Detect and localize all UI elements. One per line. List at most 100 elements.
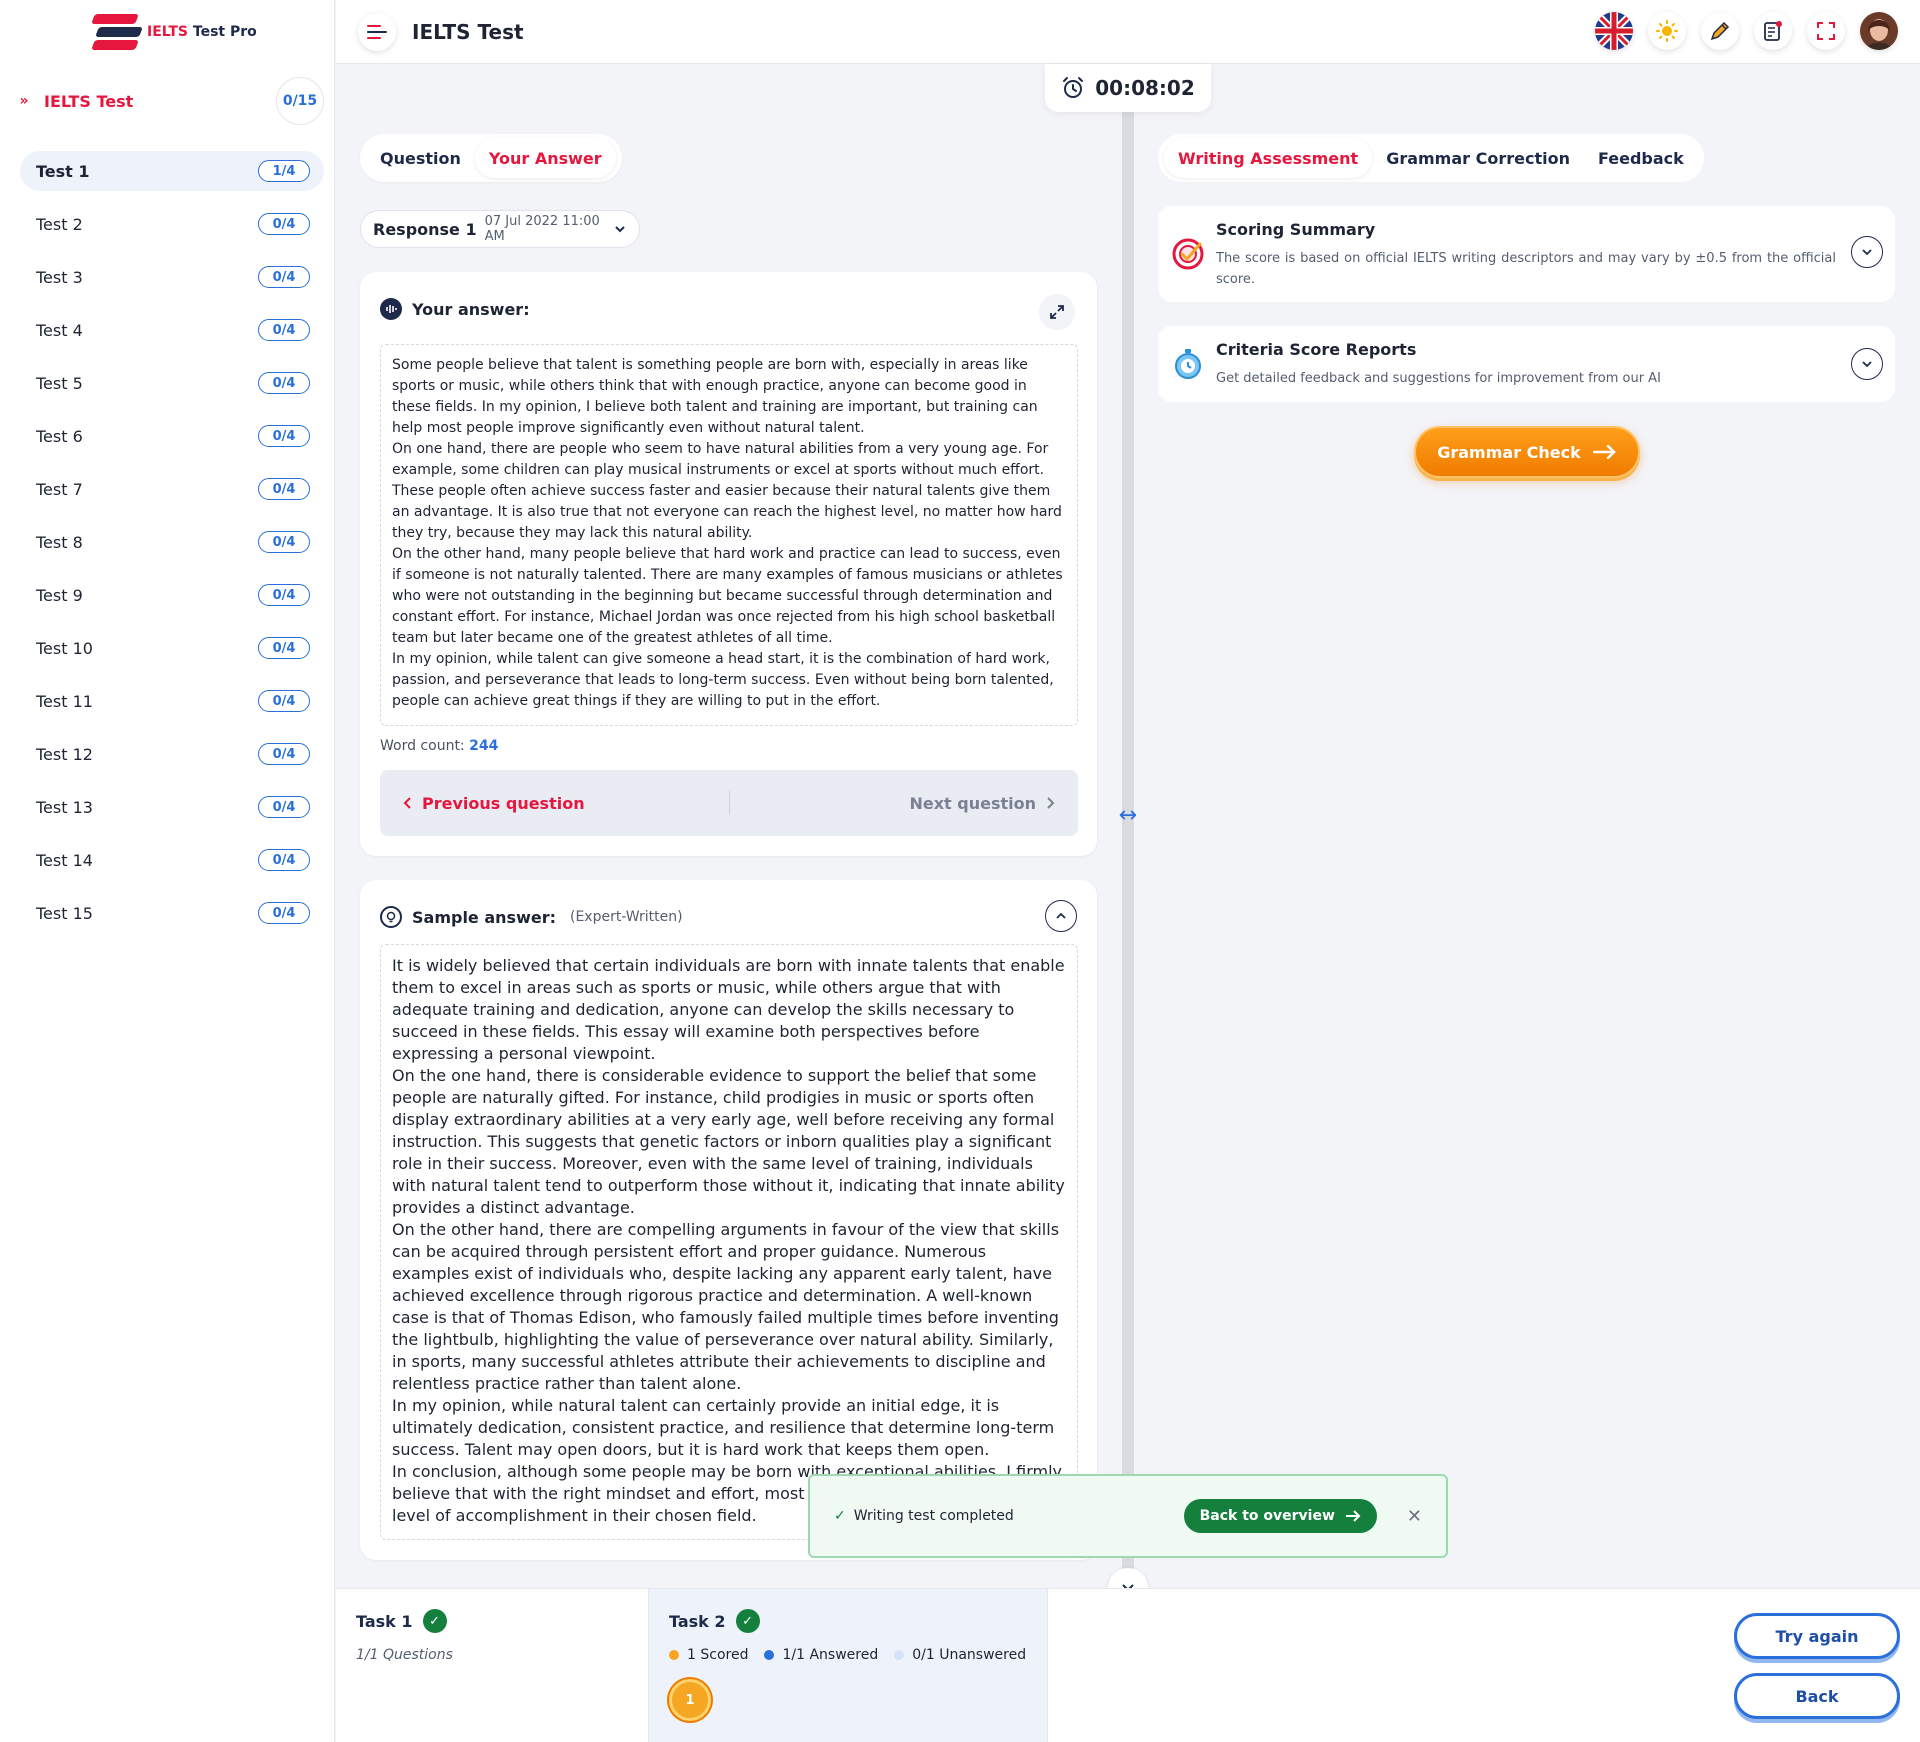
pencil-icon[interactable] xyxy=(1701,12,1739,50)
sidebar-item-label: Test 14 xyxy=(36,850,93,870)
chevron-down-icon xyxy=(1862,361,1872,368)
sidebar-item-test-13[interactable]: Test 13 0/4 xyxy=(20,787,324,827)
close-icon[interactable]: ✕ xyxy=(1407,1506,1422,1527)
tab-right-1[interactable]: Grammar Correction xyxy=(1372,138,1584,178)
chevron-down-icon xyxy=(1862,249,1872,256)
sidebar-item-test-4[interactable]: Test 4 0/4 xyxy=(20,310,324,350)
sidebar-item-test-5[interactable]: Test 5 0/4 xyxy=(20,363,324,403)
sample-answer-subtitle: (Expert-Written) xyxy=(569,909,683,925)
footer-actions: Try again Back xyxy=(1734,1613,1900,1719)
sidebar-item-label: Test 5 xyxy=(36,373,83,393)
double-chevron-down-icon: » xyxy=(19,93,29,109)
sample-answer-card: Sample answer: (Expert-Written) It is wi… xyxy=(360,880,1097,1560)
legend-dot-icon xyxy=(669,1650,679,1660)
avatar[interactable] xyxy=(1860,12,1898,50)
question-navigation: Previous question Next question xyxy=(380,770,1078,836)
chevron-up-icon xyxy=(1056,912,1066,919)
test-progress-badge: 0/4 xyxy=(258,266,310,288)
response-select[interactable]: Response 1 07 Jul 2022 11:00 AM xyxy=(360,210,640,248)
sidebar-item-test-9[interactable]: Test 9 0/4 xyxy=(20,575,324,615)
test-progress-badge: 0/4 xyxy=(258,637,310,659)
sample-answer-title: Sample answer: xyxy=(412,907,556,927)
audio-wave-icon xyxy=(380,298,402,320)
resize-handle-icon[interactable]: ↔ xyxy=(1112,803,1144,828)
toast-message: ✓ Writing test completed xyxy=(834,1508,1014,1524)
next-question-button[interactable]: Next question xyxy=(730,794,1079,813)
paragraph: In my opinion, while talent can give som… xyxy=(392,651,1054,709)
sidebar-item-test-7[interactable]: Test 7 0/4 xyxy=(20,469,324,509)
grammar-check-button[interactable]: Grammar Check xyxy=(1414,426,1640,478)
sidebar-item-test-2[interactable]: Test 2 0/4 xyxy=(20,204,324,244)
test-list: Test 1 1/4 Test 2 0/4 Test 3 0/4 Test 4 0/4 Test… xyxy=(20,151,324,946)
check-circle-icon: ✓ xyxy=(422,1609,447,1633)
tab-right-2[interactable]: Feedback xyxy=(1584,138,1698,178)
hamburger-icon xyxy=(367,25,387,39)
panel-divider[interactable] xyxy=(1122,108,1134,1588)
menu-toggle-button[interactable] xyxy=(358,13,396,51)
sidebar-section-header[interactable]: » IELTS Test 0/15 xyxy=(12,77,324,125)
test-progress-badge: 1/4 xyxy=(258,160,310,182)
paragraph: On one hand, there are people who seem t… xyxy=(392,441,1062,541)
response-name: Response 1 xyxy=(373,219,477,239)
sidebar-item-test-6[interactable]: Test 6 0/4 xyxy=(20,416,324,456)
collapse-button[interactable] xyxy=(1045,900,1077,932)
task-footer: Task 1 ✓ 1/1 Questions Task 2 ✓ 1 Scored… xyxy=(336,1588,1920,1742)
sidebar-item-label: Test 6 xyxy=(36,426,83,446)
paragraph: On the other hand, many people believe t… xyxy=(392,546,1063,646)
uk-flag-icon[interactable] xyxy=(1595,12,1633,50)
sidebar-item-label: Test 4 xyxy=(36,320,83,340)
logo-text: IELTS Test Pro xyxy=(147,24,257,40)
sidebar-item-test-1[interactable]: Test 1 1/4 xyxy=(20,151,324,191)
task-1-panel[interactable]: Task 1 ✓ 1/1 Questions xyxy=(336,1589,648,1742)
test-progress-badge: 0/4 xyxy=(258,902,310,924)
sidebar-item-test-10[interactable]: Test 10 0/4 xyxy=(20,628,324,668)
test-progress-badge: 0/4 xyxy=(258,690,310,712)
fullscreen-icon[interactable] xyxy=(1807,12,1845,50)
app-logo[interactable]: IELTS Test Pro xyxy=(91,12,257,52)
test-progress-badge: 0/4 xyxy=(258,213,310,235)
your-answer-text[interactable]: Some people believe that talent is somet… xyxy=(380,344,1078,726)
expand-button[interactable] xyxy=(1039,294,1075,330)
try-again-button[interactable]: Try again xyxy=(1734,1613,1900,1659)
tab-left-1[interactable]: Your Answer xyxy=(474,138,616,178)
header-actions xyxy=(1595,12,1898,50)
task-2-title: Task 2 ✓ xyxy=(669,1609,760,1633)
top-header: IELTS Test xyxy=(336,0,1920,64)
score-target-icon xyxy=(1172,238,1204,270)
test-progress-badge: 0/4 xyxy=(258,849,310,871)
task-2-panel[interactable]: Task 2 ✓ 1 Scored 1/1 Answered 0/1 Unanswe… xyxy=(648,1589,1048,1742)
page-title: IELTS Test xyxy=(412,20,524,44)
sidebar-item-test-15[interactable]: Test 15 0/4 xyxy=(20,893,324,933)
response-date: 07 Jul 2022 11:00 AM xyxy=(484,214,600,244)
expand-icon xyxy=(1050,305,1064,319)
tab-right-0[interactable]: Writing Assessment xyxy=(1164,138,1373,178)
sidebar-item-test-14[interactable]: Test 14 0/4 xyxy=(20,840,324,880)
scoring-summary-toggle[interactable] xyxy=(1851,236,1883,268)
sidebar: IELTS Test Pro » IELTS Test 0/15 Test 11… xyxy=(0,0,335,1742)
criteria-reports-toggle[interactable] xyxy=(1851,348,1883,380)
sidebar-item-test-12[interactable]: Test 12 0/4 xyxy=(20,734,324,774)
legend-item: 0/1 Unanswered xyxy=(894,1647,1026,1663)
legend-item: 1/1 Answered xyxy=(764,1647,878,1663)
scoring-summary-card[interactable]: Scoring Summary The score is based on of… xyxy=(1158,206,1895,302)
sample-answer-header: Sample answer: (Expert-Written) xyxy=(380,906,683,928)
tab-left-0[interactable]: Question xyxy=(366,138,475,178)
sun-icon[interactable] xyxy=(1648,12,1686,50)
completion-toast: ✓ Writing test completed Back to overvie… xyxy=(808,1474,1448,1558)
notes-icon[interactable] xyxy=(1754,12,1792,50)
test-progress-badge: 0/4 xyxy=(258,796,310,818)
question-bubble[interactable]: 1 xyxy=(669,1679,711,1721)
criteria-reports-desc: Get detailed feedback and suggestions fo… xyxy=(1216,371,1661,386)
back-to-overview-button[interactable]: Back to overview xyxy=(1183,1499,1377,1533)
sidebar-item-test-3[interactable]: Test 3 0/4 xyxy=(20,257,324,297)
sidebar-item-test-11[interactable]: Test 11 0/4 xyxy=(20,681,324,721)
criteria-reports-title: Criteria Score Reports xyxy=(1216,340,1417,359)
sidebar-section-title: IELTS Test xyxy=(44,91,134,111)
question-answer-tabs: Question Your Answer xyxy=(360,134,622,182)
previous-question-button[interactable]: Previous question xyxy=(380,791,730,815)
legend-dot-icon xyxy=(894,1650,905,1660)
back-button[interactable]: Back xyxy=(1734,1673,1900,1719)
criteria-reports-card[interactable]: Criteria Score Reports Get detailed feed… xyxy=(1158,326,1895,402)
test-progress-badge: 0/4 xyxy=(258,743,310,765)
sidebar-item-test-8[interactable]: Test 8 0/4 xyxy=(20,522,324,562)
